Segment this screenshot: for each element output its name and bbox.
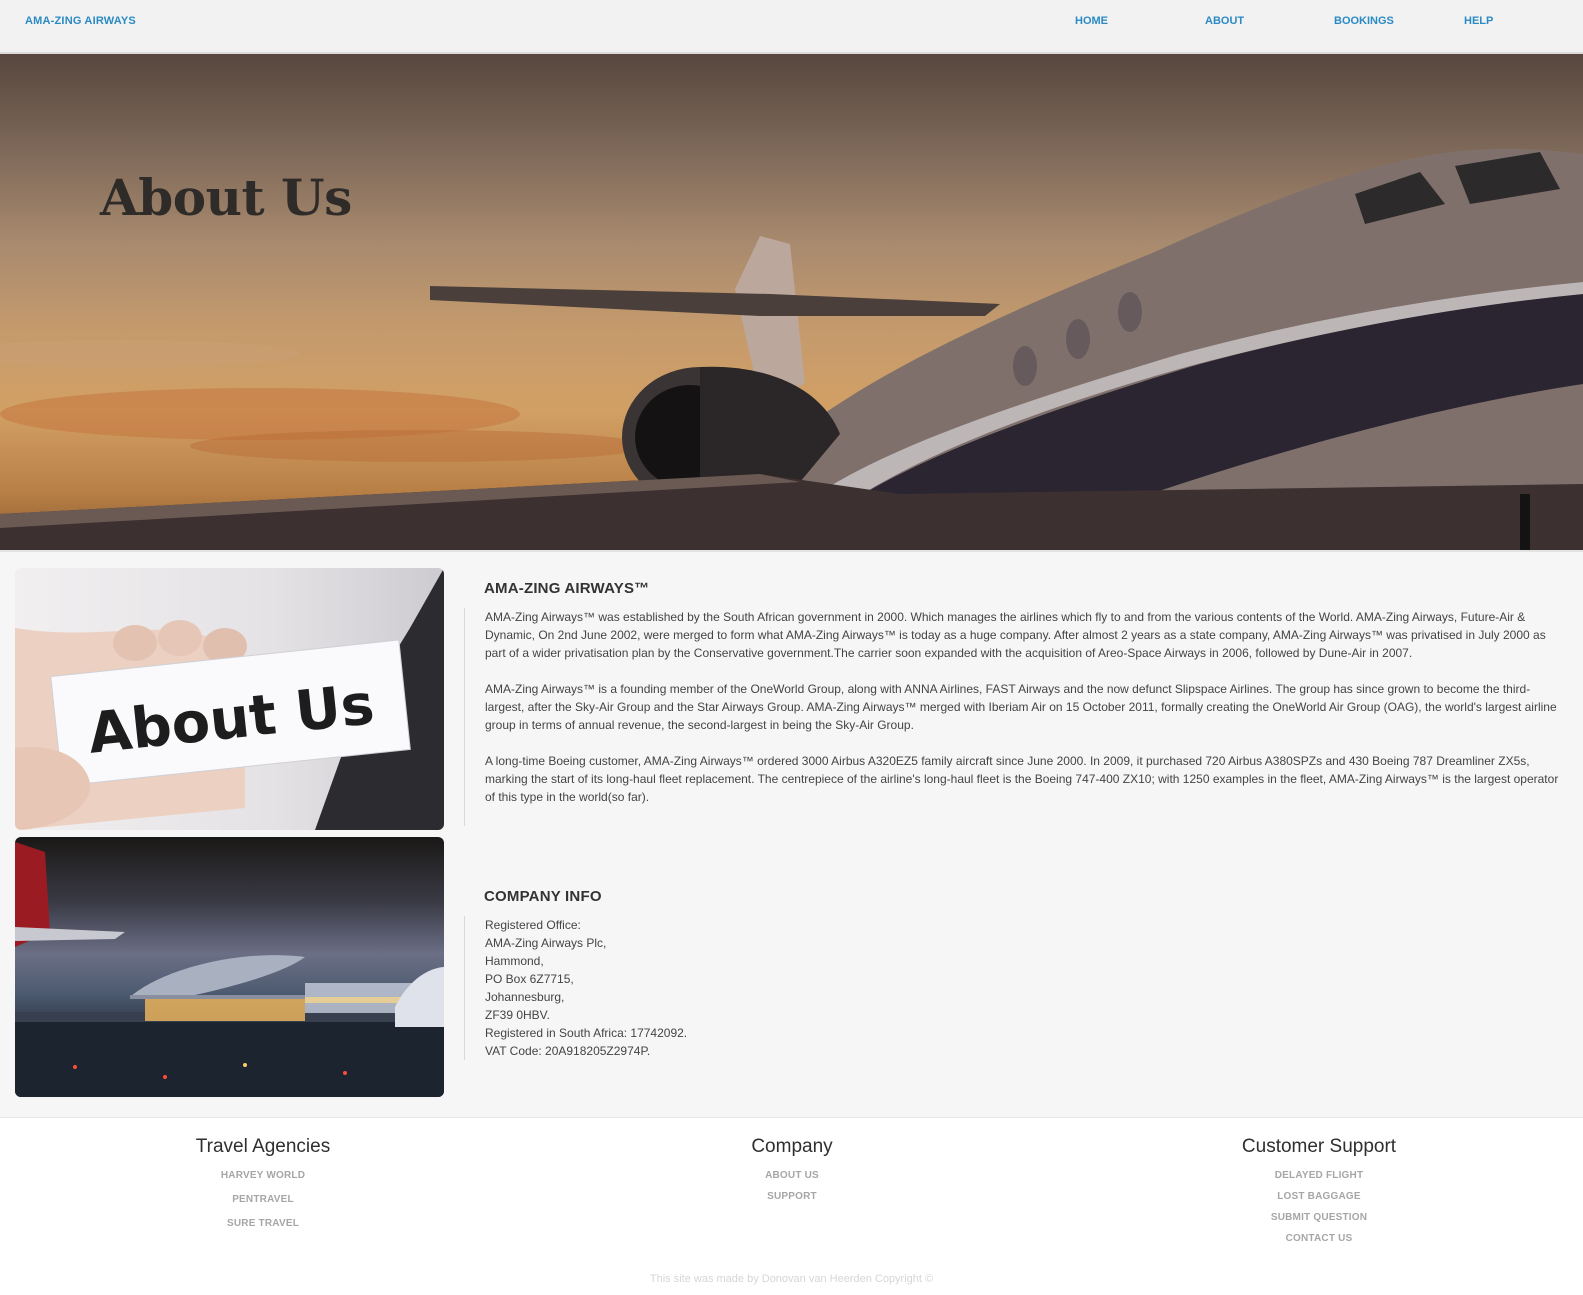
hero-divider	[0, 550, 1583, 552]
page-title: About Us	[100, 168, 352, 227]
airport-terminal-image	[15, 837, 444, 1097]
footer-col-customer-support: Customer Support DELAYED FLIGHT LOST BAG…	[1169, 1118, 1469, 1244]
footer-link-contact-us[interactable]: CONTACT US	[1169, 1233, 1469, 1244]
nav-help[interactable]: HELP	[1464, 15, 1493, 27]
footer-link-support[interactable]: SUPPORT	[642, 1191, 942, 1202]
footer-link-harvey-world[interactable]: HARVEY WORLD	[113, 1170, 413, 1181]
top-navbar: AMA-ZING AIRWAYS HOME ABOUT BOOKINGS HEL…	[0, 0, 1583, 54]
site-footer: Travel Agencies HARVEY WORLD PENTRAVEL S…	[0, 1117, 1583, 1295]
company-info-line: Johannesburg,	[485, 990, 565, 1004]
footer-heading: Customer Support	[1241, 1136, 1397, 1157]
footer-col-travel-agencies: Travel Agencies HARVEY WORLD PENTRAVEL S…	[113, 1118, 413, 1229]
company-info-line: VAT Code: 20A918205Z2974P.	[485, 1044, 651, 1058]
about-paragraph-1: AMA-Zing Airways™ was established by the…	[485, 610, 1546, 660]
company-info-line: AMA-Zing Airways Plc,	[485, 936, 607, 950]
footer-link-lost-baggage[interactable]: LOST BAGGAGE	[1169, 1191, 1469, 1202]
nav-about[interactable]: ABOUT	[1205, 15, 1244, 27]
footer-heading: Travel Agencies	[195, 1136, 331, 1157]
hero-banner: About Us	[0, 54, 1583, 550]
company-info-line: Registered in South Africa: 17742092.	[485, 1026, 688, 1040]
company-info-line: Registered Office:	[485, 918, 581, 932]
footer-link-pentravel[interactable]: PENTRAVEL	[113, 1194, 413, 1205]
company-info-line: ZF39 0HBV.	[485, 1008, 550, 1022]
footer-heading: Company	[751, 1136, 833, 1157]
brand-link[interactable]: AMA-ZING AIRWAYS	[25, 15, 136, 27]
about-paragraph-2: AMA-Zing Airways™ is a founding member o…	[485, 682, 1557, 732]
footer-link-submit-question[interactable]: SUBMIT QUESTION	[1169, 1212, 1469, 1223]
about-heading: AMA-ZING AIRWAYS™	[484, 580, 650, 597]
footer-col-company: Company ABOUT US SUPPORT	[642, 1118, 942, 1202]
footer-copyright: This site was made by Donovan van Heerde…	[649, 1273, 934, 1285]
about-paragraph-3: A long-time Boeing customer, AMA-Zing Ai…	[485, 754, 1559, 804]
company-info-line: Hammond,	[485, 954, 544, 968]
company-info-body: Registered Office: AMA-Zing Airways Plc,…	[464, 916, 1064, 1060]
about-us-card-image: About Us	[15, 568, 444, 830]
footer-link-delayed-flight[interactable]: DELAYED FLIGHT	[1169, 1170, 1469, 1181]
about-body: AMA-Zing Airways™ was established by the…	[464, 608, 1564, 826]
company-info-heading: COMPANY INFO	[484, 888, 602, 905]
footer-link-about-us[interactable]: ABOUT US	[642, 1170, 942, 1181]
jet-illustration	[0, 148, 1583, 550]
company-info-line: PO Box 6Z7715,	[485, 972, 574, 986]
nav-home[interactable]: HOME	[1075, 15, 1108, 27]
nav-bookings[interactable]: BOOKINGS	[1334, 15, 1394, 27]
footer-link-sure-travel[interactable]: SURE TRAVEL	[113, 1218, 413, 1229]
